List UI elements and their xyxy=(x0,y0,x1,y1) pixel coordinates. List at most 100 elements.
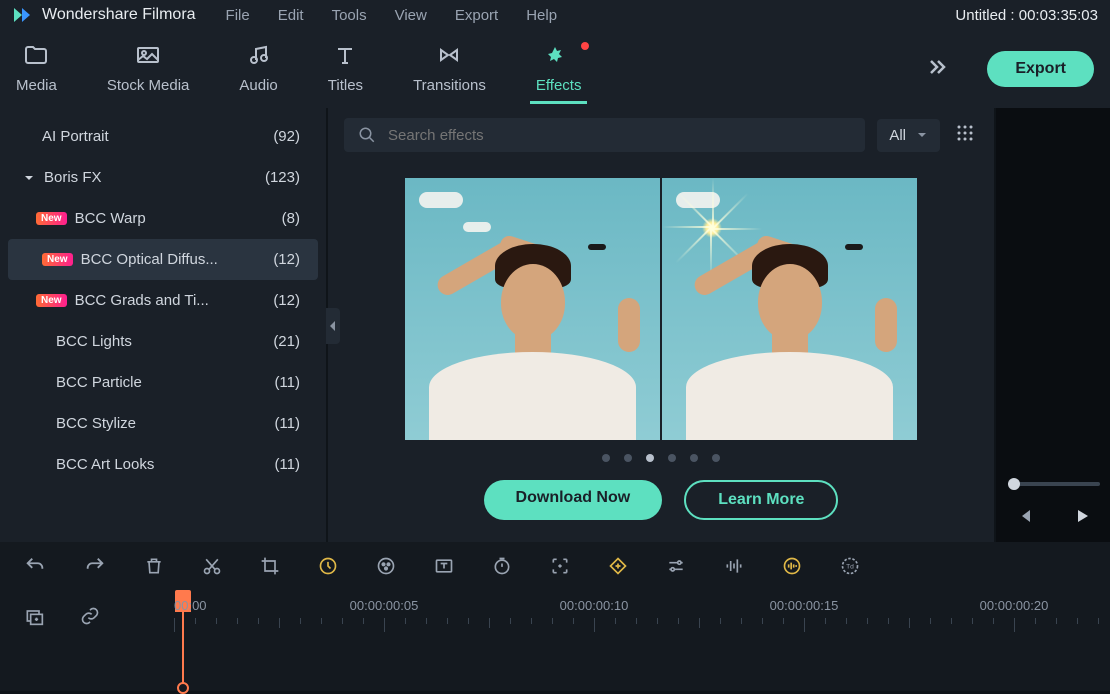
more-tabs-icon[interactable] xyxy=(925,55,949,84)
nav-tab-label: Effects xyxy=(536,77,582,94)
sidebar-item-label: BCC Particle xyxy=(56,374,142,391)
nav-tab-label: Stock Media xyxy=(107,77,190,94)
sidebar-item[interactable]: New BCC Warp (8) xyxy=(0,198,326,239)
new-badge: New xyxy=(42,253,73,266)
text-duration-icon[interactable]: Td xyxy=(840,556,860,576)
pager-dot[interactable] xyxy=(624,454,632,462)
delete-icon[interactable] xyxy=(144,556,164,576)
effect-preview-image xyxy=(405,178,917,440)
speed-icon[interactable] xyxy=(318,556,338,576)
download-now-button[interactable]: Download Now xyxy=(484,480,663,520)
redo-icon[interactable] xyxy=(84,555,106,577)
cut-icon[interactable] xyxy=(202,556,222,576)
grid-view-icon[interactable] xyxy=(952,120,978,151)
menu-export[interactable]: Export xyxy=(455,7,498,24)
audio-icon xyxy=(247,44,271,71)
nav-tabs: Media Stock Media Audio Titles Transitions Ef… xyxy=(16,44,581,94)
menu-help[interactable]: Help xyxy=(526,7,557,24)
preview-panel xyxy=(994,108,1110,542)
play-icon[interactable] xyxy=(1073,507,1091,530)
effects-sidebar[interactable]: AI Portrait(92)Boris FX(123) New BCC Warp (… xyxy=(0,108,326,542)
pager-dot[interactable] xyxy=(668,454,676,462)
sidebar-item[interactable]: BCC Lights(21) xyxy=(0,321,326,362)
nav-tab-effects[interactable]: Effects xyxy=(536,44,582,94)
learn-more-button[interactable]: Learn More xyxy=(684,480,838,520)
sidebar-item[interactable]: Boris FX(123) xyxy=(0,157,326,198)
pager-dot[interactable] xyxy=(690,454,698,462)
main-nav: Media Stock Media Audio Titles Transitions Ef… xyxy=(0,30,1110,108)
sidebar-item-count: (8) xyxy=(282,210,300,227)
sidebar-item-label: BCC Optical Diffus... xyxy=(81,251,218,268)
menu-tools[interactable]: Tools xyxy=(332,7,367,24)
export-button[interactable]: Export xyxy=(987,51,1094,87)
project-title: Untitled : 00:03:35:03 xyxy=(955,7,1098,24)
menu-edit[interactable]: Edit xyxy=(278,7,304,24)
menu-bar: File Edit Tools View Export Help xyxy=(226,7,558,24)
sidebar-item[interactable]: BCC Particle(11) xyxy=(0,362,326,403)
nav-tab-transitions[interactable]: Transitions xyxy=(413,44,486,94)
sidebar-item[interactable]: AI Portrait(92) xyxy=(0,116,326,157)
text-overlay-icon[interactable] xyxy=(434,556,454,576)
nav-tab-label: Transitions xyxy=(413,77,486,94)
sidebar-item-label: BCC Warp xyxy=(75,210,146,227)
color-icon[interactable] xyxy=(376,556,396,576)
new-badge: New xyxy=(36,294,67,307)
search-effects-box[interactable] xyxy=(344,118,865,152)
nav-tab-media[interactable]: Media xyxy=(16,44,57,94)
crop-icon[interactable] xyxy=(260,556,280,576)
app-name: Wondershare Filmora xyxy=(42,6,196,24)
pager-dot[interactable] xyxy=(712,454,720,462)
timeline-ruler[interactable]: 00:0000:00:00:0500:00:00:1000:00:00:1500… xyxy=(170,590,1110,691)
menu-view[interactable]: View xyxy=(395,7,427,24)
caret-down-icon xyxy=(24,172,36,184)
timeline-label: 00:00:00:10 xyxy=(560,598,629,613)
new-badge: New xyxy=(36,212,67,225)
sidebar-item[interactable]: NewBCC Grads and Ti...(12) xyxy=(0,280,326,321)
sidebar-item[interactable]: BCC Art Looks(11) xyxy=(0,444,326,485)
timeline[interactable]: 00:0000:00:00:0500:00:00:1000:00:00:1500… xyxy=(0,590,1110,691)
pager-dot[interactable] xyxy=(646,454,654,462)
audio-sync-icon[interactable] xyxy=(782,556,802,576)
collapse-sidebar-handle[interactable] xyxy=(326,308,340,344)
filter-dropdown[interactable]: All xyxy=(877,119,940,152)
nav-tab-titles[interactable]: Titles xyxy=(328,44,363,94)
add-track-icon[interactable] xyxy=(24,606,44,626)
svg-text:Td: Td xyxy=(846,564,854,571)
notification-dot xyxy=(581,42,589,50)
transitions-icon xyxy=(437,44,461,71)
undo-icon[interactable] xyxy=(24,555,46,577)
timeline-label: 00:00:00:15 xyxy=(770,598,839,613)
nav-tab-label: Titles xyxy=(328,77,363,94)
sidebar-item-label: Boris FX xyxy=(44,169,102,186)
chevron-down-icon xyxy=(916,129,928,141)
sidebar-item[interactable]: NewBCC Optical Diffus...(12) xyxy=(8,239,318,280)
sidebar-item[interactable]: BCC Stylize(11) xyxy=(0,403,326,444)
sidebar-item-label: AI Portrait xyxy=(42,128,109,145)
search-icon xyxy=(358,126,376,144)
timer-icon[interactable] xyxy=(492,556,512,576)
keyframe-focus-icon[interactable] xyxy=(550,556,570,576)
keyframe-add-icon[interactable] xyxy=(608,556,628,576)
timeline-toolbar: Td xyxy=(0,542,1110,590)
sidebar-item-label: BCC Grads and Ti... xyxy=(75,292,209,309)
menu-file[interactable]: File xyxy=(226,7,250,24)
sidebar-item-count: (21) xyxy=(273,333,300,350)
nav-tab-label: Audio xyxy=(239,77,277,94)
pager-dot[interactable] xyxy=(602,454,610,462)
nav-tab-audio[interactable]: Audio xyxy=(239,44,277,94)
effects-icon xyxy=(547,44,571,71)
link-icon[interactable] xyxy=(80,606,100,626)
search-input[interactable] xyxy=(388,127,851,144)
step-back-icon[interactable] xyxy=(1016,507,1034,530)
media-icon xyxy=(23,44,49,71)
titles-icon xyxy=(334,44,356,71)
timeline-label: 00:00 xyxy=(174,598,207,613)
main-area: AI Portrait(92)Boris FX(123) New BCC Warp (… xyxy=(0,108,1110,542)
audio-eq-icon[interactable] xyxy=(724,556,744,576)
timeline-label: 00:00:00:20 xyxy=(980,598,1049,613)
nav-tab-stock-media[interactable]: Stock Media xyxy=(107,44,190,94)
sidebar-item-label: BCC Stylize xyxy=(56,415,136,432)
preview-slider[interactable] xyxy=(1008,482,1100,486)
nav-tab-label: Media xyxy=(16,77,57,94)
adjust-icon[interactable] xyxy=(666,556,686,576)
